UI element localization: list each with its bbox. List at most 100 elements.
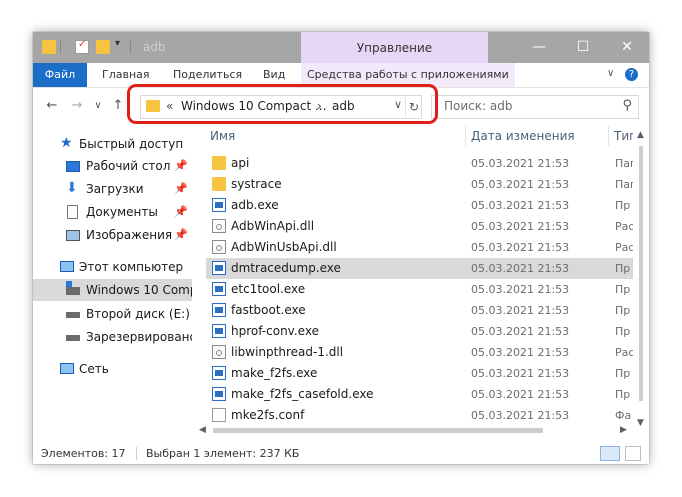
quick-access-dropdown-icon[interactable]: ▾ <box>115 38 129 52</box>
search-icon: ⚲ <box>622 98 632 113</box>
file-name: hprof-conv.exe <box>231 324 319 338</box>
executable-icon <box>212 282 226 296</box>
scroll-up-icon[interactable]: ▲ <box>637 130 644 140</box>
close-button[interactable]: ✕ <box>605 32 649 63</box>
file-row[interactable]: systrace 05.03.2021 21:53 Пап <box>206 174 649 195</box>
sidebar-item-label: Документы <box>86 205 158 219</box>
file-row[interactable]: make_f2fs_casefold.exe 05.03.2021 21:53 … <box>206 384 649 405</box>
file-date: 05.03.2021 21:53 <box>471 262 570 275</box>
selection-info: Выбран 1 элемент: 237 КБ <box>146 447 300 460</box>
minimize-button[interactable]: — <box>517 32 561 63</box>
vertical-scrollbar[interactable]: ▲ ▼ <box>633 128 649 434</box>
file-row[interactable]: api 05.03.2021 21:53 Пап <box>206 153 649 174</box>
sidebar-item-label: Этот компьютер <box>79 260 184 274</box>
file-row[interactable]: adb.exe 05.03.2021 21:53 Пр <box>206 195 649 216</box>
sidebar-item-documents[interactable]: Документы 📌 <box>33 201 192 223</box>
sidebar-item-label: Быстрый доступ <box>79 137 184 151</box>
file-row[interactable]: make_f2fs.exe 05.03.2021 21:53 Пр <box>206 363 649 384</box>
maximize-button[interactable]: ☐ <box>561 32 605 63</box>
file-name: api <box>231 156 250 170</box>
sidebar-item-quick-access[interactable]: ★ Быстрый доступ <box>33 133 192 155</box>
search-placeholder: Поиск: adb <box>444 99 513 113</box>
dll-icon <box>212 219 226 233</box>
file-type: Пр <box>615 325 631 338</box>
file-name: AdbWinUsbApi.dll <box>231 240 337 254</box>
sidebar-item-desktop[interactable]: Рабочий стол 📌 <box>33 155 192 177</box>
details-view-icon[interactable] <box>600 446 620 461</box>
file-date: 05.03.2021 21:53 <box>471 304 570 317</box>
column-separator[interactable] <box>465 126 466 146</box>
sidebar-item-drive-e[interactable]: Второй диск (E:) <box>33 303 192 325</box>
new-folder-icon[interactable] <box>96 40 110 54</box>
scroll-left-icon[interactable]: ◀ <box>199 425 206 435</box>
recent-locations-icon[interactable]: ∨ <box>89 97 107 115</box>
column-separator[interactable] <box>608 126 609 146</box>
file-type: Пр <box>615 367 631 380</box>
tab-file[interactable]: Файл <box>33 63 87 87</box>
file-row[interactable]: libwinpthread-1.dll 05.03.2021 21:53 Рас <box>206 342 649 363</box>
file-name: dmtracedump.exe <box>231 261 341 275</box>
file-type: Рас <box>615 241 635 254</box>
file-date: 05.03.2021 21:53 <box>471 346 570 359</box>
back-arrow-icon[interactable]: ← <box>43 97 61 115</box>
drive-icon <box>66 335 80 341</box>
file-date: 05.03.2021 21:53 <box>471 325 570 338</box>
folder-icon <box>212 177 226 191</box>
file-row[interactable]: etc1tool.exe 05.03.2021 21:53 Пр <box>206 279 649 300</box>
executable-icon <box>212 303 226 317</box>
sidebar-item-label: Сеть <box>79 362 109 376</box>
file-row[interactable]: AdbWinApi.dll 05.03.2021 21:53 Рас <box>206 216 649 237</box>
file-row[interactable]: fastboot.exe 05.03.2021 21:53 Пр <box>206 300 649 321</box>
folder-icon <box>212 156 226 170</box>
sidebar-item-reserved[interactable]: Зарезервировано с <box>33 326 192 348</box>
file-name: adb.exe <box>231 198 279 212</box>
forward-arrow-icon[interactable]: → <box>68 97 86 115</box>
file-type: Пр <box>615 304 631 317</box>
file-type: Фа <box>615 409 632 422</box>
file-row[interactable]: hprof-conv.exe 05.03.2021 21:53 Пр <box>206 321 649 342</box>
title-bar: ✓ ▾ adb Управление — ☐ ✕ <box>33 32 649 63</box>
executable-icon <box>212 324 226 338</box>
sidebar-item-label: Рабочий стол <box>86 159 171 173</box>
help-icon[interactable]: ? <box>625 68 638 81</box>
drive-icon <box>66 287 80 295</box>
sidebar-item-this-pc[interactable]: Этот компьютер <box>33 256 192 278</box>
scroll-down-icon[interactable]: ▼ <box>637 418 644 428</box>
context-tab-label: Управление <box>356 41 433 55</box>
dll-icon <box>212 240 226 254</box>
ribbon-expand-icon[interactable]: ∨ <box>607 68 621 82</box>
sidebar-item-downloads[interactable]: ⬇ Загрузки 📌 <box>33 178 192 200</box>
pin-icon[interactable]: 📌 <box>174 182 188 195</box>
sidebar-item-label: Windows 10 Compa <box>86 283 192 297</box>
desktop-icon <box>66 161 80 172</box>
column-header-name[interactable]: Имя <box>210 124 235 148</box>
file-row[interactable]: AdbWinUsbApi.dll 05.03.2021 21:53 Рас <box>206 237 649 258</box>
large-icons-view-icon[interactable] <box>625 446 641 461</box>
file-date: 05.03.2021 21:53 <box>471 388 570 401</box>
executable-icon <box>212 387 226 401</box>
scroll-right-icon[interactable]: ▶ <box>620 425 627 435</box>
file-row[interactable]: mke2fs.conf 05.03.2021 21:53 Фа <box>206 405 649 426</box>
pin-icon[interactable]: 📌 <box>174 159 188 172</box>
column-header-date[interactable]: Дата изменения <box>471 124 575 148</box>
file-date: 05.03.2021 21:53 <box>471 241 570 254</box>
horizontal-scrollbar[interactable]: ◀ ▶ <box>193 424 633 438</box>
sidebar-item-network[interactable]: Сеть <box>33 358 192 380</box>
pin-icon[interactable]: 📌 <box>174 228 188 241</box>
computer-icon <box>60 261 74 272</box>
scroll-thumb[interactable] <box>213 428 543 433</box>
pin-icon[interactable]: 📌 <box>174 205 188 218</box>
properties-icon[interactable]: ✓ <box>75 39 89 54</box>
file-date: 05.03.2021 21:53 <box>471 178 570 191</box>
file-date: 05.03.2021 21:53 <box>471 283 570 296</box>
navigation-pane: ★ Быстрый доступ Рабочий стол 📌 ⬇ Загруз… <box>33 124 192 446</box>
file-row-selected[interactable]: dmtracedump.exe 05.03.2021 21:53 Пр <box>206 258 649 279</box>
divider <box>60 40 75 54</box>
explorer-window: ✓ ▾ adb Управление — ☐ ✕ Файл Главная По… <box>33 32 649 464</box>
up-arrow-icon[interactable]: ↑ <box>109 97 127 115</box>
sidebar-item-windows-drive[interactable]: Windows 10 Compa <box>33 279 192 301</box>
file-type: Пр <box>615 388 631 401</box>
scroll-thumb[interactable] <box>639 146 643 401</box>
sidebar-item-pictures[interactable]: Изображения 📌 <box>33 224 192 246</box>
search-input[interactable]: Поиск: adb ⚲ <box>431 95 639 119</box>
